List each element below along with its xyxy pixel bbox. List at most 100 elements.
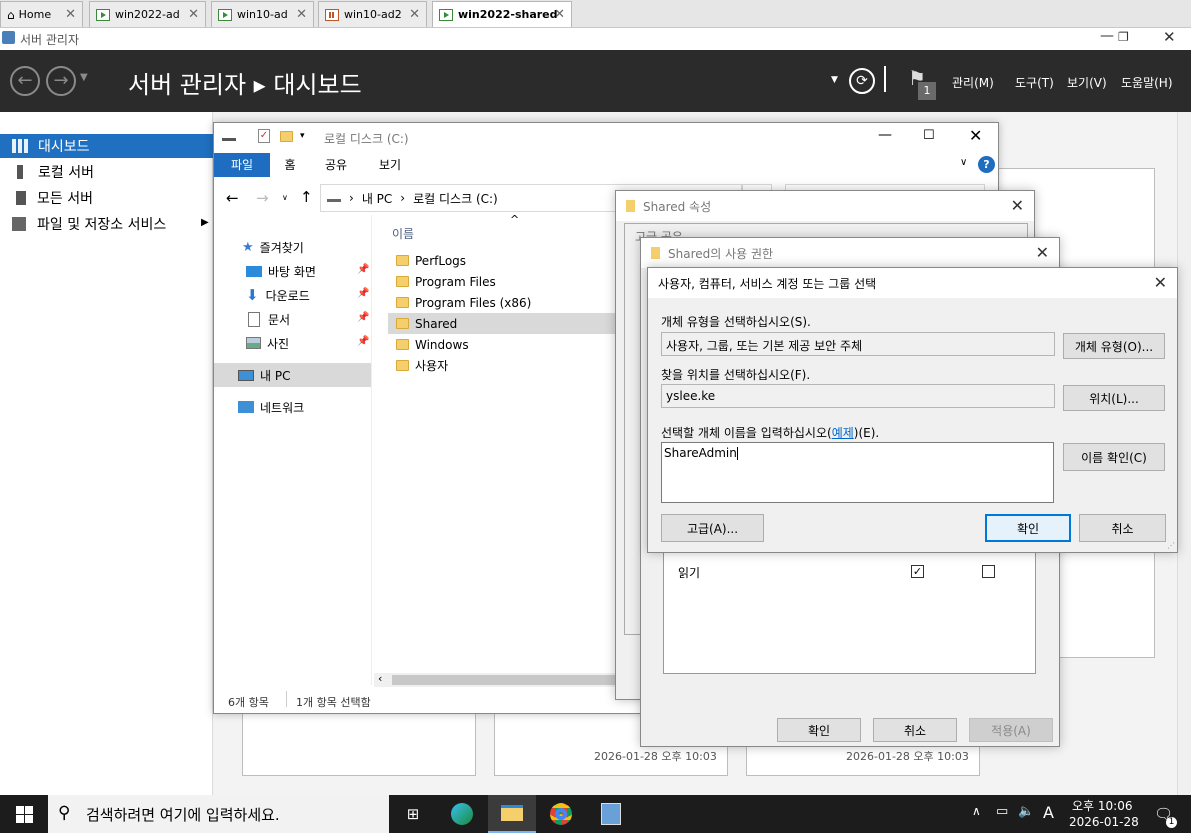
- nav-downloads[interactable]: ⬇ 다운로드 📌: [214, 283, 371, 307]
- tab-home[interactable]: 홈: [274, 153, 306, 177]
- back-arrow-icon[interactable]: ←: [226, 189, 239, 207]
- scrollbar-thumb[interactable]: [392, 675, 617, 685]
- volume-muted-icon[interactable]: 🔈: [1018, 804, 1034, 819]
- sidebar-item-local-server[interactable]: 로컬 서버: [0, 160, 213, 184]
- nav-quick-access[interactable]: ★ 즐겨찾기: [214, 235, 371, 259]
- locations-button[interactable]: 위치(L)...: [1063, 385, 1165, 411]
- nav-this-pc[interactable]: 내 PC: [214, 363, 371, 387]
- vm-tab-home[interactable]: ⌂ Home ✕: [0, 1, 83, 27]
- chrome-button[interactable]: [537, 795, 585, 833]
- column-header-name[interactable]: 이름: [392, 225, 414, 242]
- refresh-button[interactable]: ⟳: [849, 68, 875, 94]
- minimize-button[interactable]: —: [1100, 28, 1114, 44]
- cancel-button[interactable]: 취소: [873, 718, 957, 742]
- horizontal-scrollbar[interactable]: ‹: [374, 672, 619, 687]
- list-item[interactable]: 사용자: [388, 355, 618, 376]
- sidebar-item-file-storage[interactable]: 파일 및 저장소 서비스 ▶: [0, 212, 213, 236]
- examples-link[interactable]: 예제: [832, 426, 854, 440]
- clock-time[interactable]: 오후 10:06: [1072, 797, 1132, 814]
- restore-button[interactable]: ❐: [1118, 30, 1129, 44]
- check-names-button[interactable]: 이름 확인(C): [1063, 443, 1165, 471]
- tab-file[interactable]: 파일: [214, 153, 270, 177]
- breadcrumb-item[interactable]: 로컬 디스크 (C:): [413, 190, 498, 207]
- pin-icon[interactable]: 📌: [357, 264, 369, 275]
- tab-share[interactable]: 공유: [316, 153, 356, 177]
- chevron-down-icon[interactable]: ▼: [80, 72, 88, 83]
- chevron-up-icon[interactable]: ∧: [972, 804, 981, 818]
- object-names-input[interactable]: ShareAdmin: [661, 442, 1054, 503]
- nav-network[interactable]: 네트워크: [214, 395, 371, 419]
- advanced-button[interactable]: 고급(A)...: [661, 514, 764, 542]
- up-arrow-icon[interactable]: ↑: [300, 188, 313, 206]
- file-explorer-button[interactable]: [488, 795, 536, 833]
- close-button[interactable]: ✕: [1163, 28, 1176, 46]
- close-icon[interactable]: ✕: [65, 7, 76, 22]
- apply-button[interactable]: 적용(A): [969, 718, 1053, 742]
- menu-help[interactable]: 도움말(H): [1121, 74, 1173, 91]
- object-types-button[interactable]: 개체 유형(O)...: [1063, 333, 1165, 359]
- help-icon[interactable]: ?: [978, 156, 995, 173]
- sidebar-item-all-servers[interactable]: 모든 서버: [0, 186, 213, 210]
- nav-pictures[interactable]: 사진 📌: [214, 331, 371, 355]
- server-manager-header: ← → ▼ 서버 관리자 ▸ 대시보드 ▼ ⟳ ⚑ 1 관리(M) 도구(T) …: [0, 50, 1191, 112]
- properties-icon[interactable]: ✓: [258, 129, 270, 143]
- tab-view[interactable]: 보기: [370, 153, 410, 177]
- start-button[interactable]: [0, 795, 48, 833]
- close-button[interactable]: ✕: [969, 126, 982, 145]
- menu-view[interactable]: 보기(V): [1067, 74, 1107, 91]
- chevron-down-icon[interactable]: ▼: [831, 75, 838, 85]
- forward-button[interactable]: →: [46, 66, 76, 96]
- close-button[interactable]: ✕: [1036, 243, 1049, 262]
- edge-button[interactable]: [438, 795, 486, 833]
- clock-date[interactable]: 2026-01-28: [1069, 815, 1139, 829]
- menu-manage[interactable]: 관리(M): [952, 74, 994, 91]
- vm-tab-win2022-shared[interactable]: win2022-shared ✕: [432, 1, 572, 27]
- list-item[interactable]: Windows: [388, 334, 618, 355]
- chevron-down-icon[interactable]: ∨: [960, 157, 967, 168]
- close-icon[interactable]: ✕: [296, 7, 307, 22]
- pin-icon[interactable]: 📌: [357, 312, 369, 323]
- minimize-button[interactable]: —: [878, 127, 892, 143]
- sort-ascending-icon[interactable]: ^: [510, 213, 519, 226]
- close-button[interactable]: ✕: [1154, 273, 1167, 292]
- chevron-right-icon[interactable]: ▶: [201, 217, 209, 228]
- close-icon[interactable]: ✕: [554, 7, 565, 22]
- forward-arrow-icon[interactable]: →: [256, 189, 269, 207]
- vm-tab-win10-ad2[interactable]: win10-ad2 ✕: [318, 1, 427, 27]
- resize-grip-icon[interactable]: ⋰: [1167, 541, 1175, 550]
- ok-button[interactable]: 확인: [777, 718, 861, 742]
- notifications-button[interactable]: ⚑ 1: [906, 66, 936, 100]
- cancel-button[interactable]: 취소: [1079, 514, 1166, 542]
- allow-checkbox[interactable]: ✓: [911, 565, 924, 578]
- maximize-button[interactable]: ☐: [923, 128, 935, 143]
- close-icon[interactable]: ✕: [188, 7, 199, 22]
- taskbar-search[interactable]: ⚲ 검색하려면 여기에 입력하세요.: [48, 795, 389, 833]
- menu-tools[interactable]: 도구(T): [1015, 74, 1054, 91]
- close-icon[interactable]: ✕: [409, 7, 420, 22]
- chevron-down-icon[interactable]: ▾: [300, 131, 305, 141]
- task-view-button[interactable]: ⊞: [389, 795, 437, 833]
- back-button[interactable]: ←: [10, 66, 40, 96]
- vm-tab-win10-ad[interactable]: win10-ad ✕: [211, 1, 314, 27]
- new-folder-icon[interactable]: [280, 131, 299, 145]
- server-manager-button[interactable]: [587, 795, 635, 833]
- input-indicator[interactable]: A: [1043, 803, 1054, 822]
- chevron-down-icon[interactable]: ∨: [282, 193, 288, 202]
- breadcrumb-item[interactable]: 내 PC: [362, 190, 392, 207]
- close-button[interactable]: ✕: [1011, 196, 1024, 215]
- list-item[interactable]: PerfLogs: [388, 250, 618, 271]
- chevron-left-icon[interactable]: ‹: [378, 672, 382, 685]
- ok-button[interactable]: 확인: [985, 514, 1071, 542]
- list-item[interactable]: Program Files: [388, 271, 618, 292]
- pin-icon[interactable]: 📌: [357, 336, 369, 347]
- list-item-selected[interactable]: Shared: [388, 313, 618, 334]
- nav-desktop[interactable]: 바탕 화면 📌: [214, 259, 371, 283]
- list-item[interactable]: Program Files (x86): [388, 292, 618, 313]
- pin-icon[interactable]: 📌: [357, 288, 369, 299]
- vm-tab-win2022-ad[interactable]: win2022-ad ✕: [89, 1, 206, 27]
- nav-documents[interactable]: 문서 📌: [214, 307, 371, 331]
- scrollbar[interactable]: [1177, 112, 1191, 795]
- deny-checkbox[interactable]: [982, 565, 995, 578]
- network-tray-icon[interactable]: ▭: [996, 804, 1008, 819]
- sidebar-item-dashboard[interactable]: 대시보드: [0, 134, 213, 158]
